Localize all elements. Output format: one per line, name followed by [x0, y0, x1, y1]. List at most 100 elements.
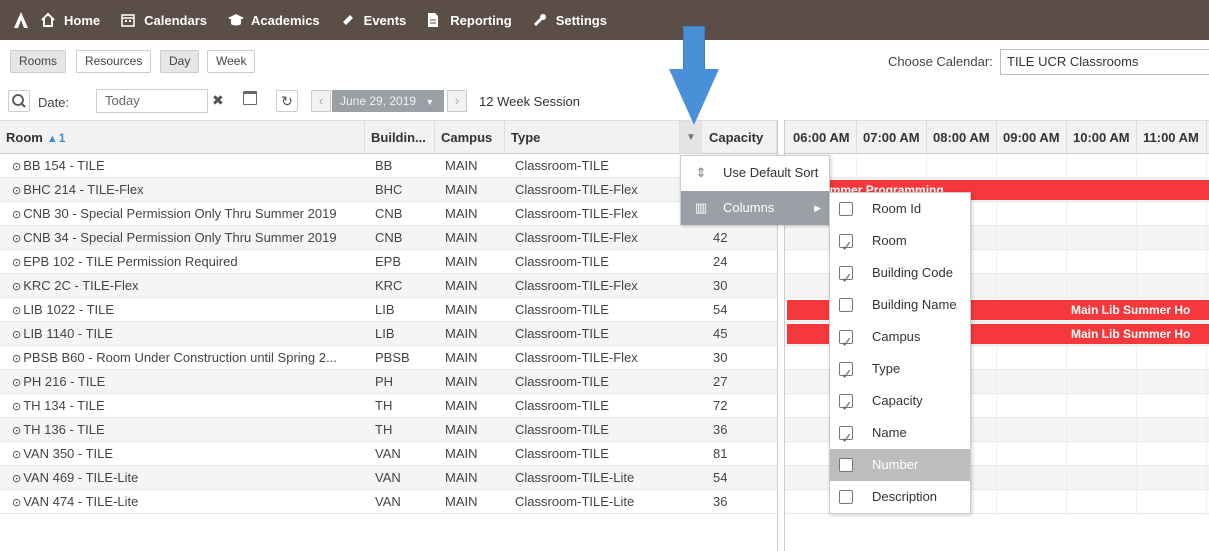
table-row[interactable]: ⊙ VAN 474 - TILE-Lite VAN MAIN Classroom-TIL…	[0, 490, 1209, 514]
checkbox[interactable]	[839, 230, 853, 262]
table-row[interactable]: ⊙ VAN 350 - TILE VAN MAIN Classroom-TILE 81	[0, 442, 1209, 466]
time-slot[interactable]	[997, 274, 1067, 298]
table-row[interactable]: ⊙ PBSB B60 - Room Under Construction unti…	[0, 346, 1209, 370]
time-slot[interactable]	[997, 154, 1067, 178]
refresh-button[interactable]: ↻	[276, 90, 298, 112]
time-slot[interactable]	[1137, 442, 1207, 466]
nav-events[interactable]: Events	[340, 12, 406, 28]
column-option-building-code[interactable]: Building Code	[830, 257, 970, 294]
room-cell[interactable]: ⊙ VAN 469 - TILE-Lite	[0, 466, 362, 490]
time-slot[interactable]	[997, 442, 1067, 466]
calendar-picker-icon[interactable]	[243, 91, 257, 105]
time-slot[interactable]	[997, 394, 1067, 418]
table-row[interactable]: ⊙ CNB 30 - Special Permission Only Thru S…	[0, 202, 1209, 226]
next-date-button[interactable]: ›	[447, 90, 467, 112]
time-slot[interactable]	[1137, 202, 1207, 226]
date-input[interactable]: Today	[96, 89, 208, 113]
time-slot[interactable]	[1067, 226, 1137, 250]
room-cell[interactable]: ⊙ KRC 2C - TILE-Flex	[0, 274, 362, 298]
menu-item-columns[interactable]: ▥ Columns ▶	[681, 191, 829, 225]
room-cell[interactable]: ⊙ PBSB B60 - Room Under Construction unti…	[0, 346, 362, 370]
checkbox[interactable]	[839, 202, 853, 216]
calendar-select[interactable]: TILE UCR Classrooms	[1000, 49, 1209, 75]
time-slot[interactable]	[1067, 202, 1137, 226]
column-option-campus[interactable]: Campus	[830, 321, 970, 358]
room-cell[interactable]: ⊙ LIB 1140 - TILE	[0, 322, 362, 346]
time-slot[interactable]	[1137, 394, 1207, 418]
room-cell[interactable]: ⊙ PH 216 - TILE	[0, 370, 362, 394]
time-slot[interactable]	[1067, 490, 1137, 514]
time-slot[interactable]	[997, 202, 1067, 226]
search-button[interactable]	[8, 90, 30, 112]
time-slot[interactable]	[1067, 370, 1137, 394]
time-slot[interactable]	[997, 370, 1067, 394]
column-header-room[interactable]: Room ▲1	[0, 121, 365, 154]
nav-reporting[interactable]: Reporting	[426, 12, 512, 28]
checkbox[interactable]	[839, 262, 853, 294]
time-slot[interactable]	[1067, 346, 1137, 370]
time-slot[interactable]	[1137, 226, 1207, 250]
tab-resources[interactable]: Resources	[76, 50, 152, 73]
time-slot[interactable]	[1067, 466, 1137, 490]
time-slot[interactable]	[1137, 370, 1207, 394]
room-cell[interactable]: ⊙ LIB 1022 - TILE	[0, 298, 362, 322]
time-slot[interactable]	[1067, 274, 1137, 298]
room-cell[interactable]: ⊙ TH 134 - TILE	[0, 394, 362, 418]
column-option-room[interactable]: Room	[830, 225, 970, 262]
column-option-name[interactable]: Name	[830, 417, 970, 454]
event-block[interactable]: Main Lib Summer Ho	[1067, 324, 1209, 344]
column-header-type[interactable]: Type	[505, 121, 680, 154]
column-menu-button[interactable]: ▼	[680, 121, 702, 154]
time-slot[interactable]	[997, 466, 1067, 490]
nav-calendars[interactable]: Calendars	[120, 12, 207, 28]
room-cell[interactable]: ⊙ CNB 34 - Special Permission Only Thru S…	[0, 226, 362, 250]
nav-settings[interactable]: Settings	[532, 12, 607, 28]
column-option-building-name[interactable]: Building Name	[830, 289, 970, 321]
checkbox[interactable]	[839, 458, 853, 472]
time-slot[interactable]	[1137, 274, 1207, 298]
time-slot[interactable]	[997, 418, 1067, 442]
checkbox[interactable]	[839, 390, 853, 422]
time-slot[interactable]	[997, 346, 1067, 370]
table-row[interactable]: ⊙ KRC 2C - TILE-Flex KRC MAIN Classroom-TILE…	[0, 274, 1209, 298]
checkbox[interactable]	[839, 326, 853, 358]
room-cell[interactable]: ⊙ VAN 350 - TILE	[0, 442, 362, 466]
checkbox[interactable]	[839, 298, 853, 312]
table-row[interactable]: ⊙ TH 136 - TILE TH MAIN Classroom-TILE 36	[0, 418, 1209, 442]
time-slot[interactable]	[997, 226, 1067, 250]
room-cell[interactable]: ⊙ TH 136 - TILE	[0, 418, 362, 442]
column-header-campus[interactable]: Campus	[435, 121, 505, 154]
checkbox[interactable]	[839, 422, 853, 454]
time-slot[interactable]	[857, 154, 927, 178]
time-slot[interactable]	[1137, 418, 1207, 442]
time-slot[interactable]	[997, 250, 1067, 274]
table-row[interactable]: ⊙ EPB 102 - TILE Permission Required EPB MA…	[0, 250, 1209, 274]
tab-rooms[interactable]: Rooms	[10, 50, 67, 73]
time-slot[interactable]	[1067, 394, 1137, 418]
table-row[interactable]: ⊙ CNB 34 - Special Permission Only Thru S…	[0, 226, 1209, 250]
checkbox[interactable]	[839, 358, 853, 390]
nav-home[interactable]: Home	[40, 12, 100, 28]
time-slot[interactable]	[927, 154, 997, 178]
time-slot[interactable]	[1067, 154, 1137, 178]
nav-academics[interactable]: Academics	[227, 12, 320, 28]
tab-week[interactable]: Week	[207, 50, 256, 73]
table-row[interactable]: ⊙ VAN 469 - TILE-Lite VAN MAIN Classroom-TIL…	[0, 466, 1209, 490]
column-option-room-id[interactable]: Room Id	[830, 193, 970, 225]
room-cell[interactable]: ⊙ EPB 102 - TILE Permission Required	[0, 250, 362, 274]
table-row[interactable]: ⊙ PH 216 - TILE PH MAIN Classroom-TILE 27	[0, 370, 1209, 394]
event-block[interactable]: Main Lib Summer Ho	[1067, 300, 1209, 320]
time-slot[interactable]	[1067, 442, 1137, 466]
table-row[interactable]: ⊙ TH 134 - TILE TH MAIN Classroom-TILE 72	[0, 394, 1209, 418]
time-slot[interactable]	[1137, 346, 1207, 370]
time-slot[interactable]	[1137, 490, 1207, 514]
column-option-capacity[interactable]: Capacity	[830, 385, 970, 422]
column-option-description[interactable]: Description	[830, 481, 970, 513]
tab-day[interactable]: Day	[160, 50, 200, 73]
time-slot[interactable]	[997, 490, 1067, 514]
column-option-type[interactable]: Type	[830, 353, 970, 390]
time-slot[interactable]	[1067, 418, 1137, 442]
table-row[interactable]: ⊙ BB 154 - TILE BB MAIN Classroom-TILE	[0, 154, 1209, 178]
room-cell[interactable]: ⊙ VAN 474 - TILE-Lite	[0, 490, 362, 514]
menu-item-default-sort[interactable]: ⇕ Use Default Sort	[681, 156, 829, 190]
